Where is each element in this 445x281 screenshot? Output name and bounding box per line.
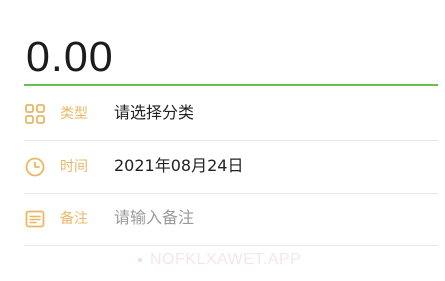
grid-icon — [24, 103, 46, 125]
note-icon — [24, 208, 46, 230]
amount-display[interactable]: 0.00 — [0, 0, 445, 88]
watermark-text: NOFKLXAWET.APP — [150, 251, 302, 268]
date-picker[interactable]: 2021年08月24日 — [114, 155, 243, 177]
category-label: 类型 — [60, 106, 88, 122]
note-label: 备注 — [60, 211, 88, 227]
watermark-dot — [138, 257, 142, 262]
clock-icon — [24, 156, 46, 178]
time-label: 时间 — [60, 159, 88, 175]
note-input[interactable]: 请输入备注 — [114, 207, 194, 229]
category-row[interactable]: 类型 请选择分类 — [0, 88, 445, 140]
amount-underline — [24, 84, 438, 86]
note-row[interactable]: 备注 请输入备注 — [0, 193, 445, 245]
watermark: NOFKLXAWET.APP — [138, 250, 301, 270]
time-row[interactable]: 时间 2021年08月24日 — [0, 141, 445, 193]
divider — [24, 245, 438, 246]
amount-value: 0.00 — [26, 33, 114, 81]
category-select[interactable]: 请选择分类 — [114, 102, 194, 124]
